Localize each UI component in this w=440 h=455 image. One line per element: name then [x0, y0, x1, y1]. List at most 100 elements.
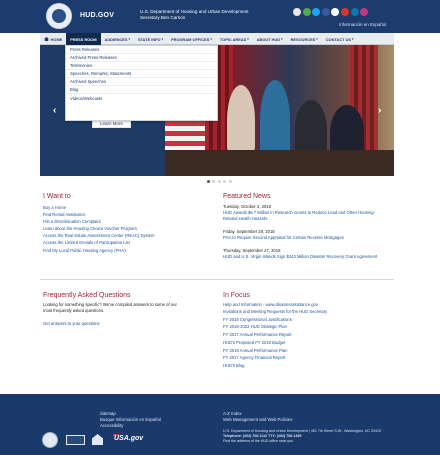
in-focus-link[interactable]: FY 2019 Congressional Justifications [223, 317, 292, 322]
nav-topic-areas[interactable]: TOPIC AREAS ▾ [216, 33, 253, 45]
espanol-link[interactable]: Información en Español [339, 22, 386, 27]
menu-item-videos[interactable]: Videos/Webcasts [66, 94, 217, 102]
in-focus-link[interactable]: FY 2017 Agency Financial Report [223, 355, 285, 360]
footer-address: U.S. Department of Housing and Urban Dev… [223, 429, 382, 433]
menu-item-blog[interactable]: Blog [66, 86, 217, 94]
news-date: Thursday, September 27, 2018 [223, 248, 281, 253]
menu-item-testimonies[interactable]: Testimonies [66, 62, 217, 70]
chevron-down-icon: ▾ [247, 37, 249, 41]
menu-item-archived-speeches[interactable]: Archived Speeches [66, 78, 217, 86]
next-slide-arrow[interactable]: › [378, 105, 381, 116]
site-header: HUD.GOV U.S. Department of Housing and U… [0, 0, 440, 33]
search-icon[interactable] [293, 8, 301, 16]
menu-item-archived-press-releases[interactable]: Archived Press Releases [66, 54, 217, 62]
social-icons [293, 8, 369, 16]
nav-resources-label: RESOURCES [290, 36, 316, 42]
in-focus-link[interactable]: Help and Information - www.disasterassis… [223, 302, 318, 307]
news-headline-cont[interactable]: Related Health Hazards [223, 216, 267, 221]
nav-state-info[interactable]: STATE INFO ▾ [134, 33, 167, 45]
link-ldp-list[interactable]: Access the Limited Denials of Participat… [43, 240, 130, 245]
instagram-icon[interactable] [360, 8, 369, 16]
nav-about-hud-label: ABOUT HUD [256, 36, 281, 42]
person-figure [260, 80, 290, 160]
carousel-dot[interactable] [223, 180, 227, 183]
link-housing-voucher[interactable]: Learn about the Housing Choice Voucher P… [43, 226, 137, 231]
linkedin-icon[interactable] [350, 8, 359, 16]
nav-home-label: HOME [50, 36, 63, 42]
faq-heading: Frequently Asked Questions [43, 292, 131, 299]
flickr-icon[interactable] [331, 8, 340, 16]
secretary-name: Secretary Ben Carson [140, 15, 186, 20]
chevron-down-icon: ▾ [316, 37, 318, 41]
nav-state-info-label: STATE INFO [138, 36, 161, 42]
link-rental-assistance[interactable]: Find Rental Assistance [43, 212, 86, 217]
hud-seal-logo[interactable] [46, 3, 72, 29]
nav-press-room[interactable]: PRESS ROOM [66, 33, 101, 45]
press-room-dropdown: Press Releases Archived Press Releases T… [65, 45, 218, 121]
chevron-down-icon: ▾ [210, 37, 212, 41]
in-focus-link[interactable]: FY 2017 Annual Performance Report [223, 332, 292, 337]
footer-sitemap-link[interactable]: Sitemap [100, 411, 116, 416]
nav-topic-areas-label: TOPIC AREAS [219, 36, 247, 42]
news-headline[interactable]: FHA to Require Second Appraisal for Cert… [223, 235, 344, 240]
in-focus-link[interactable]: HUD's Blog [223, 363, 245, 368]
footer-web-policies-link[interactable]: Web Management and Web Policies [223, 417, 292, 422]
footer-hud-seal-logo [42, 432, 58, 448]
footer-az-index-link[interactable]: A-Z Index [223, 411, 242, 416]
footer-office-link[interactable]: Find the address of the HUD office near … [223, 439, 293, 443]
in-focus-heading: In Focus [223, 292, 250, 299]
twitter-icon[interactable] [312, 8, 321, 16]
faq-text-cont: most frequently asked questions. [43, 308, 105, 313]
link-reac[interactable]: Access the Real Estate Assessment Center… [43, 233, 154, 238]
chevron-down-icon: ▾ [352, 37, 354, 41]
footer-agency-badge-logo [66, 435, 85, 445]
table-decoration [165, 150, 394, 176]
in-focus-link[interactable]: FY 2019 Annual Performance Plan [223, 348, 287, 353]
nav-program-offices-label: PROGRAM OFFICES [171, 36, 210, 42]
link-buy-home[interactable]: Buy a Home [43, 205, 66, 210]
in-focus-link[interactable]: FY 2018-2022 HUD Strategic Plan [223, 324, 287, 329]
link-local-pha[interactable]: Find My Local Public Housing Agency (PHA… [43, 248, 126, 253]
carousel-dot[interactable] [212, 180, 216, 183]
news-headline[interactable]: HUD and U.S. Virgin Islands Sign $243 Mi… [223, 254, 377, 259]
nav-contact-us[interactable]: CONTACT US ▾ [322, 33, 358, 45]
nav-audiences-label: AUDIENCES [104, 36, 128, 42]
in-focus-link[interactable]: HUD's Proposed FY 2019 Budget [223, 340, 285, 345]
menu-item-speeches[interactable]: Speeches, Remarks, Statements [66, 70, 217, 78]
carousel-dot[interactable] [228, 180, 232, 183]
home-icon [44, 37, 49, 41]
in-focus-link[interactable]: Invitations and Meeting Requests for the… [223, 309, 327, 314]
featured-news-heading: Featured News [223, 193, 271, 200]
main-nav: HOME PRESS ROOM AUDIENCES ▾ STATE INFO ▾ P… [40, 33, 394, 45]
carousel-dots [207, 180, 232, 183]
faq-link[interactable]: Get answers to your questions [43, 321, 100, 326]
chevron-down-icon: ▾ [281, 37, 283, 41]
facebook-icon[interactable] [321, 8, 330, 16]
footer-accessibility-link[interactable]: Accessibility [100, 423, 123, 428]
news-headline[interactable]: HUD Awards $6.7 Million in Research Gran… [223, 210, 375, 215]
carousel-dot[interactable] [207, 180, 210, 183]
previous-slide-arrow[interactable]: ‹ [53, 105, 56, 116]
site-footer [0, 394, 440, 455]
nav-about-hud[interactable]: ABOUT HUD ▾ [253, 33, 287, 45]
i-want-to-heading: I Want to [43, 193, 71, 200]
nav-home[interactable]: HOME [40, 33, 66, 45]
section-divider [40, 279, 394, 280]
usa-gov-logo[interactable]: USA.gov [114, 435, 143, 442]
nav-press-room-label: PRESS ROOM [70, 36, 97, 42]
nav-program-offices[interactable]: PROGRAM OFFICES ▾ [167, 33, 216, 45]
nav-audiences[interactable]: AUDIENCES ▾ [101, 33, 134, 45]
carousel-dot[interactable] [217, 180, 221, 183]
footer-phones: Telephone: (202) 708-1112 TTY: (202) 708… [223, 434, 302, 438]
chevron-down-icon: ▾ [161, 37, 164, 41]
menu-item-press-releases[interactable]: Press Releases [66, 46, 217, 54]
site-name[interactable]: HUD.GOV [80, 12, 114, 19]
email-icon[interactable] [302, 8, 311, 16]
youtube-icon[interactable] [340, 8, 349, 16]
news-date: Friday, September 28, 2018 [223, 229, 275, 234]
nav-resources[interactable]: RESOURCES ▾ [287, 33, 322, 45]
footer-espanol-link[interactable]: Busque Información en Español [100, 417, 161, 422]
news-date: Tuesday, October 2, 2018 [223, 204, 271, 209]
link-discrimination-complaint[interactable]: File a Discrimination Complaint [43, 219, 101, 224]
chevron-down-icon: ▾ [128, 37, 130, 41]
